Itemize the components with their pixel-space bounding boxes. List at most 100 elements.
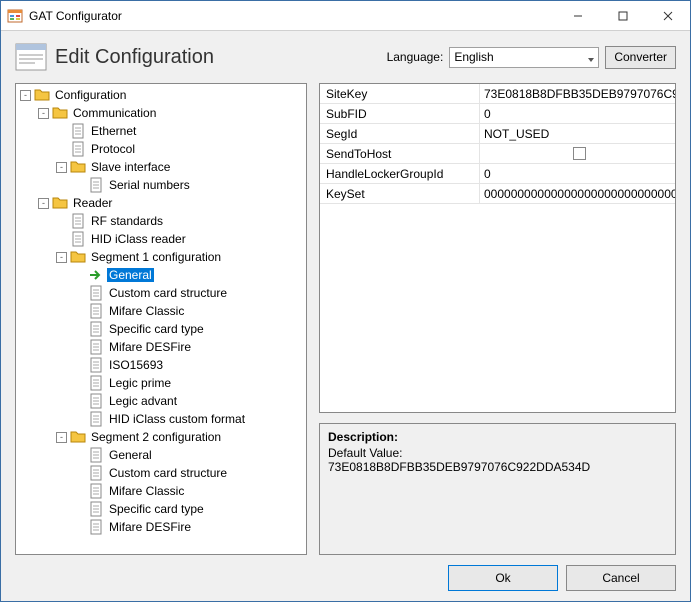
property-key: SendToHost (320, 144, 480, 163)
titlebar[interactable]: GAT Configurator (1, 1, 690, 31)
tree-node-label: General (107, 268, 154, 282)
property-key: SiteKey (320, 84, 480, 103)
app-icon (7, 8, 23, 24)
tree-expander[interactable]: - (38, 198, 49, 209)
doc-icon (88, 177, 104, 193)
doc-icon (70, 231, 86, 247)
doc-icon (88, 303, 104, 319)
converter-button[interactable]: Converter (605, 46, 676, 69)
tree-node[interactable]: Mifare Classic (16, 302, 306, 320)
app-window: GAT Configurator Edit Configuration Lang… (0, 0, 691, 602)
folder-icon (52, 195, 68, 211)
tree-node[interactable]: RF standards (16, 212, 306, 230)
folder-icon (70, 249, 86, 265)
property-row[interactable]: SendToHost (320, 144, 675, 164)
property-key: SubFID (320, 104, 480, 123)
tree-node-label: Legic prime (107, 376, 173, 390)
tree-node[interactable]: - Segment 1 configuration (16, 248, 306, 266)
doc-icon (88, 375, 104, 391)
tree-node-label: Mifare Classic (107, 484, 186, 498)
tree-node[interactable]: Mifare Classic (16, 482, 306, 500)
config-tree[interactable]: -Configuration-CommunicationEthernetProt… (16, 84, 306, 554)
tree-node-label: HID iClass reader (89, 232, 188, 246)
tree-node-label: Communication (71, 106, 158, 120)
tree-node-label: Configuration (53, 88, 128, 102)
folder-icon (52, 105, 68, 121)
tree-node[interactable]: Serial numbers (16, 176, 306, 194)
tree-node[interactable]: Specific card type (16, 500, 306, 518)
tree-node[interactable]: Custom card structure (16, 464, 306, 482)
checkbox[interactable] (573, 147, 586, 160)
tree-node-label: Slave interface (89, 160, 172, 174)
property-row[interactable]: HandleLockerGroupId0 (320, 164, 675, 184)
doc-icon (88, 501, 104, 517)
property-value[interactable]: 0 (480, 104, 675, 123)
folder-icon (70, 429, 86, 445)
doc-icon (88, 393, 104, 409)
tree-node-label: General (107, 448, 154, 462)
tree-node[interactable]: - Configuration (16, 86, 306, 104)
property-value[interactable]: 73E0818B8DFBB35DEB9797076C922DD... (480, 84, 675, 103)
language-select[interactable]: English (449, 47, 599, 68)
property-row[interactable]: KeySet000000000000000000000000000000000.… (320, 184, 675, 204)
tree-expander[interactable]: - (56, 162, 67, 173)
tree-node[interactable]: - Slave interface (16, 158, 306, 176)
property-row[interactable]: SegIdNOT_USED (320, 124, 675, 144)
tree-node[interactable]: General (16, 266, 306, 284)
language-label: Language: (387, 50, 444, 64)
doc-icon (70, 213, 86, 229)
minimize-button[interactable] (555, 1, 600, 30)
main-split: -Configuration-CommunicationEthernetProt… (15, 83, 676, 555)
property-value[interactable]: 000000000000000000000000000000000... (480, 184, 675, 203)
tree-node[interactable]: Custom card structure (16, 284, 306, 302)
footer: Ok Cancel (15, 555, 676, 591)
property-row[interactable]: SubFID0 (320, 104, 675, 124)
tree-expander[interactable]: - (56, 252, 67, 263)
doc-icon (70, 141, 86, 157)
tree-node[interactable]: Legic prime (16, 374, 306, 392)
tree-node[interactable]: General (16, 446, 306, 464)
tree-expander[interactable]: - (20, 90, 31, 101)
tree-expander[interactable]: - (56, 432, 67, 443)
doc-icon (88, 411, 104, 427)
tree-node[interactable]: Ethernet (16, 122, 306, 140)
tree-node[interactable]: HID iClass reader (16, 230, 306, 248)
tree-node[interactable]: Mifare DESFire (16, 338, 306, 356)
property-key: KeySet (320, 184, 480, 203)
tree-node-label: Segment 1 configuration (89, 250, 223, 264)
tree-node-label: Custom card structure (107, 466, 229, 480)
ok-button[interactable]: Ok (448, 565, 558, 591)
tree-node[interactable]: - Communication (16, 104, 306, 122)
tree-node-label: HID iClass custom format (107, 412, 247, 426)
tree-node[interactable]: Mifare DESFire (16, 518, 306, 536)
close-button[interactable] (645, 1, 690, 30)
doc-icon (88, 519, 104, 535)
arrow-icon (88, 267, 104, 283)
doc-icon (70, 123, 86, 139)
property-grid[interactable]: SiteKey73E0818B8DFBB35DEB9797076C922DD..… (319, 83, 676, 413)
property-row[interactable]: SiteKey73E0818B8DFBB35DEB9797076C922DD..… (320, 84, 675, 104)
property-value[interactable] (480, 144, 675, 163)
property-value[interactable]: 0 (480, 164, 675, 183)
doc-icon (88, 285, 104, 301)
tree-node[interactable]: Specific card type (16, 320, 306, 338)
tree-node[interactable]: HID iClass custom format (16, 410, 306, 428)
folder-icon (70, 159, 86, 175)
tree-node[interactable]: -Segment 2 configuration (16, 428, 306, 446)
tree-node[interactable]: Protocol (16, 140, 306, 158)
property-key: HandleLockerGroupId (320, 164, 480, 183)
tree-node-label: Custom card structure (107, 286, 229, 300)
tree-node-label: Reader (71, 196, 114, 210)
window-title: GAT Configurator (29, 9, 555, 23)
doc-icon (88, 357, 104, 373)
cancel-button[interactable]: Cancel (566, 565, 676, 591)
right-pane: SiteKey73E0818B8DFBB35DEB9797076C922DD..… (319, 83, 676, 555)
page-title: Edit Configuration (55, 46, 387, 69)
tree-expander[interactable]: - (38, 108, 49, 119)
property-value[interactable]: NOT_USED (480, 124, 675, 143)
tree-node[interactable]: - Reader (16, 194, 306, 212)
tree-node[interactable]: Legic advant (16, 392, 306, 410)
description-text: Default Value: 73E0818B8DFBB35DEB9797076… (328, 446, 667, 474)
tree-node[interactable]: ISO15693 (16, 356, 306, 374)
maximize-button[interactable] (600, 1, 645, 30)
